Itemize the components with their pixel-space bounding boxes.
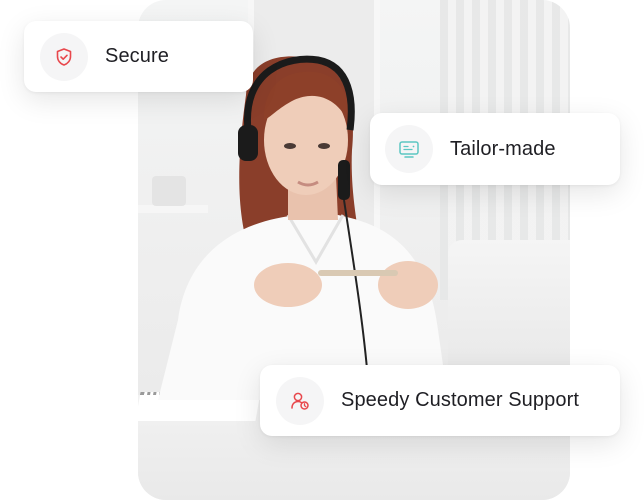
- user-support-icon: [291, 392, 309, 410]
- secure-icon-container: [40, 32, 88, 81]
- feature-pill-tailor-made: Tailor-made: [370, 113, 620, 185]
- tailor-made-icon-container: [385, 125, 433, 173]
- feature-pill-speedy-support: Speedy Customer Support: [260, 365, 620, 436]
- feature-label-tailor-made: Tailor-made: [450, 137, 556, 160]
- monitor-icon: [399, 141, 419, 158]
- speedy-support-icon-container: [276, 376, 324, 425]
- feature-label-speedy-support: Speedy Customer Support: [341, 389, 579, 411]
- feature-label-secure: Secure: [105, 45, 169, 67]
- shield-check-icon: [56, 47, 72, 66]
- feature-pill-secure: Secure: [24, 21, 253, 92]
